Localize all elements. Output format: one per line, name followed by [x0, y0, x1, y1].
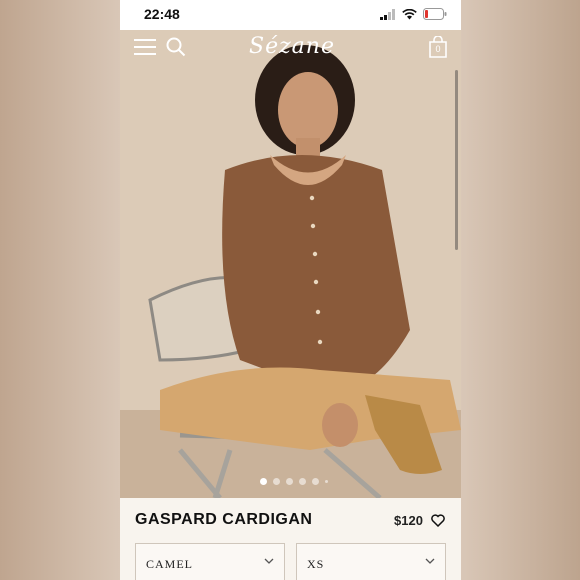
product-info: GASPARD CARDIGAN $120 CAMEL XS	[120, 498, 461, 580]
chevron-down-icon	[264, 558, 274, 564]
carousel-dot[interactable]	[325, 480, 328, 483]
status-time: 22:48	[144, 6, 180, 22]
scrollbar[interactable]	[455, 70, 458, 250]
cart-count: 0	[435, 44, 441, 54]
status-bar: 22:48	[120, 0, 461, 30]
battery-icon	[423, 8, 447, 20]
product-title: GASPARD CARDIGAN	[135, 511, 313, 528]
color-select-value: CAMEL	[146, 557, 193, 571]
size-select-value: XS	[307, 557, 325, 571]
phone-screen: 22:48 Sézane 0 GASPARD CARDIGAN $120 CAM…	[120, 0, 461, 580]
carousel-dot[interactable]	[299, 478, 306, 485]
status-icons	[380, 8, 447, 20]
wifi-icon	[402, 8, 417, 19]
product-image[interactable]: Sézane 0	[120, 30, 461, 498]
background-right	[461, 0, 580, 580]
heart-icon[interactable]	[431, 514, 445, 527]
model-photo	[120, 30, 461, 498]
cart-button[interactable]: 0	[429, 35, 447, 58]
carousel-dot[interactable]	[286, 478, 293, 485]
carousel-dot[interactable]	[273, 478, 280, 485]
signal-icon	[380, 8, 395, 20]
carousel-pagination	[260, 478, 328, 485]
carousel-dot[interactable]	[312, 478, 319, 485]
menu-icon[interactable]	[134, 38, 156, 56]
search-icon[interactable]	[166, 37, 186, 57]
color-select[interactable]: CAMEL	[135, 543, 285, 580]
product-price: $120	[394, 513, 423, 528]
chevron-down-icon	[425, 558, 435, 564]
carousel-dot[interactable]	[260, 478, 267, 485]
background-left	[0, 0, 120, 580]
size-select[interactable]: XS	[296, 543, 446, 580]
top-navigation: Sézane 0	[120, 34, 461, 66]
brand-logo[interactable]: Sézane	[244, 34, 340, 59]
